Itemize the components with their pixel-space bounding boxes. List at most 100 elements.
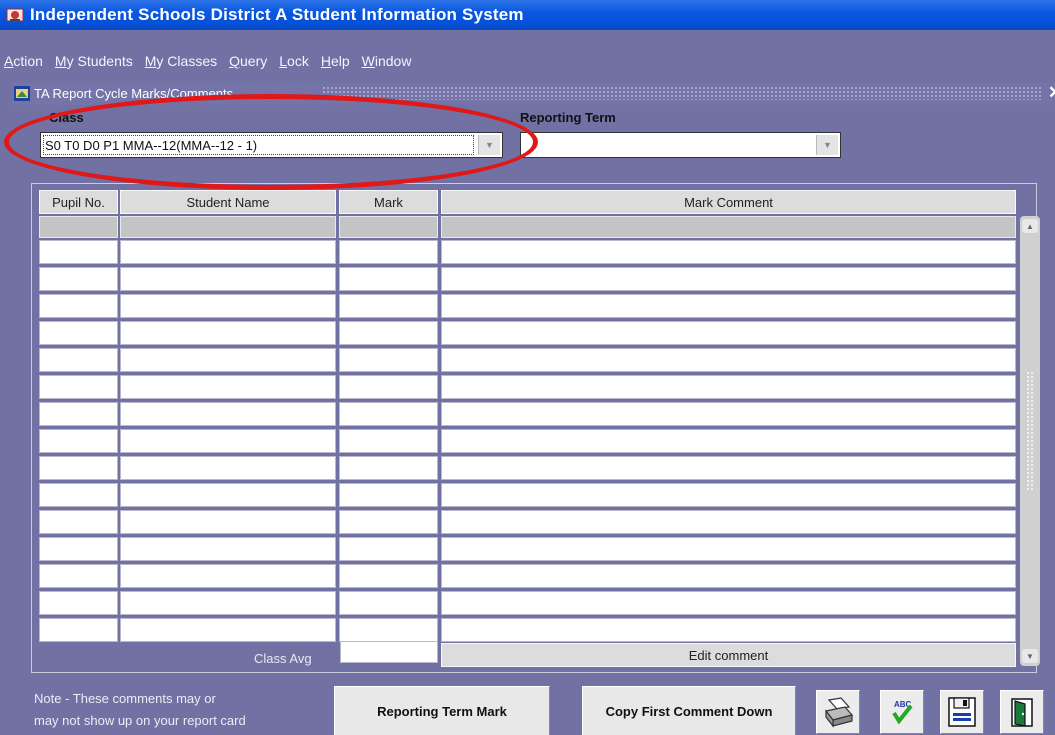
- mark-comment-cell[interactable]: [441, 402, 1016, 426]
- class-label: Class: [49, 110, 84, 125]
- student-name-cell[interactable]: [120, 375, 336, 399]
- edit-comment-button[interactable]: Edit comment: [441, 643, 1016, 667]
- mark-cell[interactable]: [339, 429, 438, 453]
- note-line-1: Note - These comments may or: [34, 691, 216, 706]
- pupil-no-cell[interactable]: [39, 402, 118, 426]
- menu-my-students[interactable]: My Students: [55, 53, 133, 69]
- save-button[interactable]: [940, 690, 984, 734]
- menu-my-classes[interactable]: My Classes: [145, 53, 217, 69]
- student-name-cell[interactable]: [120, 510, 336, 534]
- mark-comment-cell[interactable]: [441, 564, 1016, 588]
- exit-button[interactable]: [1000, 690, 1044, 734]
- pupil-no-cell[interactable]: [39, 348, 118, 372]
- class-avg-field: [340, 641, 438, 663]
- student-name-cell[interactable]: [120, 348, 336, 372]
- class-select[interactable]: S0 T0 D0 P1 MMA--12(MMA--12 - 1) ▼: [40, 132, 503, 158]
- mark-cell[interactable]: [339, 537, 438, 561]
- student-name-cell[interactable]: [120, 321, 336, 345]
- student-name-cell[interactable]: [120, 429, 336, 453]
- menu-action[interactable]: Action: [4, 53, 43, 69]
- mark-cell[interactable]: [339, 510, 438, 534]
- pupil-no-cell[interactable]: [39, 240, 118, 264]
- student-name-cell[interactable]: [120, 240, 336, 264]
- mark-comment-cell[interactable]: [441, 348, 1016, 372]
- mark-cell[interactable]: [339, 294, 438, 318]
- menu-help[interactable]: Help: [321, 53, 350, 69]
- pupil-no-cell[interactable]: [39, 321, 118, 345]
- student-name-cell[interactable]: [120, 402, 336, 426]
- mark-cell[interactable]: [339, 267, 438, 291]
- mark-cell[interactable]: [339, 348, 438, 372]
- menu-query[interactable]: Query: [229, 53, 267, 69]
- reporting-term-label: Reporting Term: [520, 110, 616, 125]
- mark-comment-cell[interactable]: [441, 429, 1016, 453]
- mark-cell[interactable]: [339, 564, 438, 588]
- pupil-no-cell[interactable]: [39, 510, 118, 534]
- mark-cell[interactable]: [339, 402, 438, 426]
- pupil-no-cell[interactable]: [39, 456, 118, 480]
- mark-comment-cell[interactable]: [441, 375, 1016, 399]
- pupil-no-cell[interactable]: [39, 618, 118, 642]
- mark-comment-cell[interactable]: [441, 537, 1016, 561]
- student-name-cell[interactable]: [120, 456, 336, 480]
- mark-cell[interactable]: [339, 618, 438, 642]
- scroll-down-icon[interactable]: ▼: [1022, 649, 1038, 663]
- menu-bar: Action My Students My Classes Query Lock…: [4, 53, 423, 69]
- scroll-grip[interactable]: [1026, 371, 1034, 491]
- mark-comment-cell[interactable]: [441, 591, 1016, 615]
- pupil-no-cell[interactable]: [39, 564, 118, 588]
- exit-door-icon: [1011, 698, 1033, 727]
- mark-comment-cell[interactable]: [441, 294, 1016, 318]
- mark-comment-cell[interactable]: [441, 456, 1016, 480]
- app-title: Independent Schools District A Student I…: [30, 5, 524, 24]
- mark-comment-cell[interactable]: [441, 321, 1016, 345]
- chevron-down-icon[interactable]: ▼: [816, 135, 838, 155]
- mark-cell[interactable]: [339, 483, 438, 507]
- spellcheck-button[interactable]: ABC: [880, 690, 924, 734]
- col-mark: Mark: [339, 190, 438, 214]
- scroll-up-icon[interactable]: ▲: [1022, 219, 1038, 233]
- pupil-no-cell[interactable]: [39, 591, 118, 615]
- pupil-no-cell[interactable]: [39, 375, 118, 399]
- close-window-icon[interactable]: ✕: [1048, 83, 1055, 103]
- note-text: Note - These comments may or may not sho…: [34, 688, 246, 732]
- mark-cell[interactable]: [339, 591, 438, 615]
- chevron-down-icon[interactable]: ▼: [478, 135, 500, 155]
- student-name-cell[interactable]: [120, 267, 336, 291]
- student-name-cell[interactable]: [120, 564, 336, 588]
- pupil-no-cell[interactable]: [39, 267, 118, 291]
- mark-comment-cell[interactable]: [441, 267, 1016, 291]
- reporting-term-select[interactable]: ▼: [520, 132, 841, 158]
- student-name-cell[interactable]: [120, 483, 336, 507]
- student-name-cell[interactable]: [120, 618, 336, 642]
- pupil-no-cell[interactable]: [39, 429, 118, 453]
- reporting-term-mark-button[interactable]: Reporting Term Mark: [334, 686, 550, 735]
- mark-cell[interactable]: [339, 321, 438, 345]
- pupil-no-cell[interactable]: [39, 537, 118, 561]
- student-name-cell[interactable]: [120, 591, 336, 615]
- col-student-name: Student Name: [120, 190, 336, 214]
- student-name-cell[interactable]: [120, 537, 336, 561]
- col-mark-comment: Mark Comment: [441, 190, 1016, 214]
- mark-comment-cell[interactable]: [441, 618, 1016, 642]
- class-avg-label: Class Avg: [254, 651, 312, 666]
- pupil-no-cell[interactable]: [39, 294, 118, 318]
- pupil-no-cell[interactable]: [39, 483, 118, 507]
- class-select-value: S0 T0 D0 P1 MMA--12(MMA--12 - 1): [45, 138, 258, 153]
- vertical-scrollbar[interactable]: ▲ ▼: [1020, 216, 1040, 666]
- student-name-cell[interactable]: [120, 294, 336, 318]
- print-button[interactable]: [816, 690, 860, 734]
- mark-cell[interactable]: [339, 375, 438, 399]
- copy-first-comment-button[interactable]: Copy First Comment Down: [582, 686, 796, 735]
- mark-cell[interactable]: [339, 456, 438, 480]
- app-title-bar: Independent Schools District A Student I…: [0, 0, 1055, 30]
- gray-row-cell: [441, 216, 1016, 238]
- mark-comment-cell[interactable]: [441, 240, 1016, 264]
- menu-window[interactable]: Window: [362, 53, 412, 69]
- inner-window-header: TA Report Cycle Marks/Comments ✕: [12, 83, 1055, 105]
- menu-lock[interactable]: Lock: [279, 53, 309, 69]
- title-drag-area[interactable]: [322, 86, 1042, 100]
- mark-comment-cell[interactable]: [441, 510, 1016, 534]
- mark-comment-cell[interactable]: [441, 483, 1016, 507]
- mark-cell[interactable]: [339, 240, 438, 264]
